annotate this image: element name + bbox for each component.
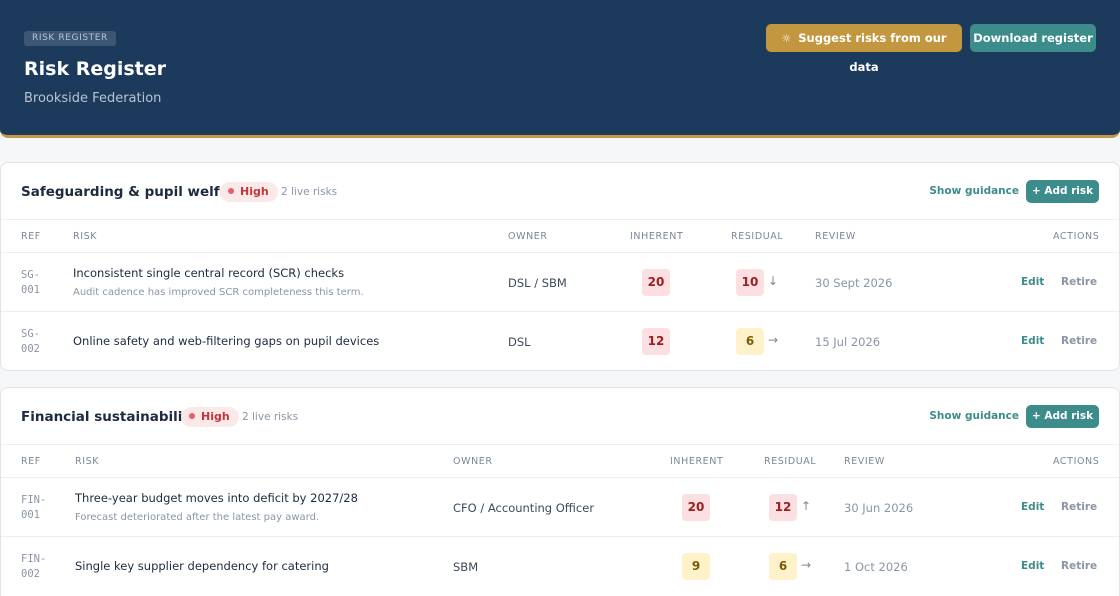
risk-level-label: High [240,185,269,198]
organisation-name: Brookside Federation [24,91,162,106]
page-header: RISK REGISTER Risk Register Brookside Fe… [0,0,1120,138]
risk-owner: DSL / SBM [508,276,567,290]
retire-button[interactable]: Retire [1061,501,1097,513]
table-header: REF RISK OWNER INHERENT RESIDUAL REVIEW … [1,220,1119,253]
eyebrow-badge: RISK REGISTER [24,31,116,46]
table-row[interactable]: SG- 001 Inconsistent single central recor… [1,253,1119,312]
col-actions: ACTIONS [1053,231,1100,242]
residual-score: 6 [769,553,797,580]
edit-button[interactable]: Edit [1021,501,1044,513]
col-owner: OWNER [508,231,548,242]
add-risk-button[interactable]: + Add risk [1026,180,1099,203]
risk-owner: SBM [453,560,479,574]
trend-up-icon: ↑ [801,499,812,513]
col-owner: OWNER [453,456,493,467]
section-header: Financial sustainability High 2 live ris… [1,388,1119,445]
status-dot-icon [189,413,195,419]
risk-section-financial: Financial sustainability High 2 live ris… [0,387,1120,596]
risk-level-badge: High [220,182,278,202]
edit-button[interactable]: Edit [1021,560,1044,572]
table-row[interactable]: FIN- 002 Single key supplier dependency f… [1,537,1119,596]
col-inherent: INHERENT [630,231,684,242]
col-residual: RESIDUAL [764,456,817,467]
risk-title: Single key supplier dependency for cater… [75,559,329,573]
table-row[interactable]: FIN- 001 Three-year budget moves into def… [1,478,1119,537]
show-guidance-link[interactable]: Show guidance [929,185,1019,197]
col-residual: RESIDUAL [731,231,784,242]
suggest-risks-button[interactable]: ☼ Suggest risks from our data [766,24,962,74]
col-review: REVIEW [815,231,856,242]
review-date: 15 Jul 2026 [815,335,881,349]
table-row[interactable]: SG- 002 Online safety and web-filtering g… [1,312,1119,371]
review-date: 1 Oct 2026 [844,560,908,574]
review-date: 30 Sept 2026 [815,276,893,290]
residual-score: 10 [736,269,764,296]
risk-owner: CFO / Accounting Officer [453,501,595,515]
add-risk-button[interactable]: + Add risk [1026,405,1099,428]
residual-score: 6 [736,328,764,355]
table-header: REF RISK OWNER INHERENT RESIDUAL REVIEW … [1,445,1119,478]
trend-flat-icon: → [768,333,779,347]
risk-ref: SG- 001 [21,269,40,296]
risk-note: Forecast deteriorated after the latest p… [75,512,320,523]
live-risk-count: 2 live risks [281,186,338,198]
live-risk-count: 2 live risks [242,411,299,423]
risk-section-safeguarding: Safeguarding & pupil welfare High 2 live… [0,162,1120,371]
col-risk: RISK [75,456,100,467]
col-risk: RISK [73,231,98,242]
risk-ref: FIN- 002 [21,553,47,580]
retire-button[interactable]: Retire [1061,335,1097,347]
inherent-score: 20 [682,494,710,521]
trend-down-icon: ↓ [768,274,779,288]
retire-button[interactable]: Retire [1061,276,1097,288]
inherent-score: 20 [642,269,670,296]
risk-level-label: High [201,410,230,423]
col-review: REVIEW [844,456,885,467]
inherent-score: 12 [642,328,670,355]
review-date: 30 Jun 2026 [844,501,914,515]
residual-score: 12 [769,494,797,521]
risk-ref: FIN- 001 [21,494,47,521]
col-ref: REF [21,231,41,242]
lightbulb-icon: ☼ [781,32,792,45]
col-inherent: INHERENT [670,456,724,467]
retire-button[interactable]: Retire [1061,560,1097,572]
risk-level-badge: High [181,407,239,427]
status-dot-icon [228,188,234,194]
risk-title: Three-year budget moves into deficit by … [75,491,358,505]
show-guidance-link[interactable]: Show guidance [929,410,1019,422]
risk-title: Inconsistent single central record (SCR)… [73,266,345,280]
risk-owner: DSL [508,335,531,349]
trend-flat-icon: → [801,558,812,572]
col-ref: REF [21,456,41,467]
risk-ref: SG- 002 [21,328,40,355]
risk-note: Audit cadence has improved SCR completen… [73,287,364,298]
inherent-score: 9 [682,553,710,580]
edit-button[interactable]: Edit [1021,335,1044,347]
download-register-button[interactable]: Download register [970,24,1096,52]
section-title: Financial sustainability [21,409,198,425]
page-title: Risk Register [24,58,166,80]
edit-button[interactable]: Edit [1021,276,1044,288]
suggest-risks-label: Suggest risks from our data [798,31,947,74]
section-title: Safeguarding & pupil welfare [21,184,245,200]
col-actions: ACTIONS [1053,456,1100,467]
risk-title: Online safety and web-filtering gaps on … [73,334,380,348]
section-header: Safeguarding & pupil welfare High 2 live… [1,163,1119,220]
